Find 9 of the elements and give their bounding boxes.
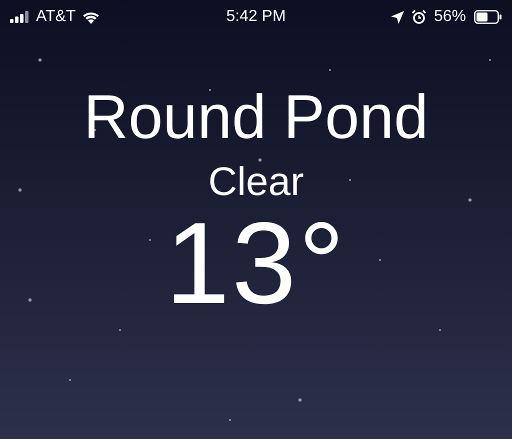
location-arrow-icon (390, 10, 404, 24)
carrier-name: AT&T (36, 7, 76, 27)
signal-icon (10, 11, 30, 23)
battery-percentage: 56% (434, 7, 466, 27)
clock-time: 5:42 PM (226, 7, 286, 27)
alarm-clock-icon (412, 10, 426, 24)
wifi-icon (82, 10, 100, 24)
battery-icon (474, 10, 502, 24)
location-name: Round Pond (84, 84, 428, 152)
